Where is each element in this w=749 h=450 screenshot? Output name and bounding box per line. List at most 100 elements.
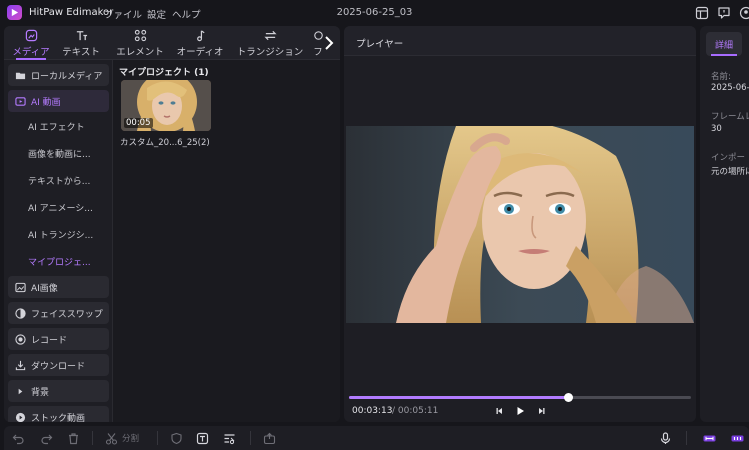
sidebar-sub-text-to-video[interactable]: テキストから...: [28, 170, 108, 190]
ai-video-icon: [13, 94, 27, 108]
text-tool-button[interactable]: [196, 431, 210, 445]
player-header: プレイヤー: [344, 26, 696, 56]
transition-icon: [263, 30, 277, 40]
media-sidebar: ローカルメディア AI 動画 AI エフェクト 画像を動画に... テキストから…: [4, 62, 110, 422]
player-title: プレイヤー: [356, 39, 404, 50]
previous-frame-button[interactable]: [494, 405, 506, 417]
text-box-icon: [196, 432, 209, 444]
magnet-icon: [731, 435, 744, 441]
detail-framerate-label: フレームレ: [711, 112, 749, 122]
toolbar-divider: [250, 431, 251, 445]
microphone-icon: [660, 431, 671, 444]
total-time: / 00:05:11: [392, 406, 439, 416]
delete-button[interactable]: [67, 431, 81, 445]
previous-frame-icon: [496, 408, 502, 414]
account-icon[interactable]: [739, 6, 749, 20]
playback-progress-bar[interactable]: [349, 393, 691, 402]
play-circle-icon: [13, 410, 27, 422]
detail-framerate-value: 30: [711, 124, 722, 134]
feedback-icon[interactable]: [717, 6, 731, 20]
timeline-toolbar: 分割: [4, 426, 749, 450]
sidebar-item-label: ローカルメディア: [31, 71, 103, 82]
tab-audio[interactable]: オーディオ: [172, 26, 228, 60]
sidebar-item-face-swap[interactable]: フェイススワップ: [8, 302, 109, 324]
details-panel: 詳細 名前: 2025-06- フレームレ 30 インポー 元の場所に: [700, 26, 749, 422]
sidebar-sub-image-to-video[interactable]: 画像を動画に...: [28, 143, 108, 163]
sidebar-item-download[interactable]: ダウンロード: [8, 354, 109, 376]
media-library: マイプロジェクト (1) 00:05 カスタム_20...6_25(2): [112, 60, 340, 422]
sidebar-item-background[interactable]: 背景: [8, 380, 109, 402]
tab-text[interactable]: テキスト: [60, 26, 102, 60]
sidebar-sub-ai-effect[interactable]: AI エフェクト: [28, 116, 108, 136]
scissors-icon: [105, 432, 118, 445]
tabs-next-button[interactable]: [322, 34, 336, 52]
voiceover-button[interactable]: [659, 431, 673, 445]
sidebar-item-label: 背景: [31, 387, 50, 398]
video-preview[interactable]: [346, 126, 694, 323]
media-file-name: カスタム_20...6_25(2): [120, 138, 210, 148]
redo-button[interactable]: [40, 431, 54, 445]
sidebar-item-label: AI 動画: [31, 97, 61, 108]
sidebar-sub-my-projects[interactable]: マイプロジェ...: [28, 251, 108, 271]
sidebar-item-ai-image[interactable]: AI画像: [8, 276, 109, 298]
trash-icon: [69, 432, 78, 444]
record-icon: [13, 332, 27, 346]
media-duration: 00:05: [124, 118, 153, 128]
sidebar-item-label: フェイススワップ: [31, 309, 103, 320]
download-icon: [13, 358, 27, 372]
tab-media[interactable]: メディア: [10, 26, 52, 60]
undo-button[interactable]: [12, 431, 26, 445]
sidebar-item-stock-video[interactable]: ストック動画: [8, 406, 109, 422]
sidebar-item-label: ダウンロード: [31, 361, 86, 372]
toolbar-divider: [686, 431, 687, 445]
export-clip-button[interactable]: [263, 431, 277, 445]
toolbar-divider: [92, 431, 93, 445]
split-label: 分割: [122, 434, 140, 444]
split-button[interactable]: [105, 431, 119, 445]
sidebar-sub-ai-transition[interactable]: AI トランジシ...: [28, 224, 108, 244]
sidebar-item-ai-video[interactable]: AI 動画: [8, 90, 109, 112]
sidebar-item-label: レコード: [31, 335, 68, 346]
undo-icon: [12, 434, 24, 444]
tab-transition-label: トランジション: [236, 46, 304, 58]
next-frame-icon: [539, 408, 545, 414]
redo-icon: [41, 434, 53, 444]
tab-element-label: エレメント: [116, 46, 164, 58]
link-icon: [703, 435, 716, 441]
shield-button[interactable]: [170, 431, 184, 445]
tab-element[interactable]: エレメント: [112, 26, 168, 60]
sidebar-item-local-media[interactable]: ローカルメディア: [8, 64, 109, 86]
folder-icon: [13, 68, 27, 82]
ai-image-icon: [13, 280, 27, 294]
media-section-heading: マイプロジェクト (1): [119, 68, 209, 78]
sidebar-item-record[interactable]: レコード: [8, 328, 109, 350]
sidebar-item-label: ストック動画: [31, 413, 86, 423]
playback-progress-fill: [349, 396, 568, 399]
media-panel: メディア テキスト エレメント オーディオ トランジション フ ローカルメディア…: [4, 26, 340, 422]
tab-media-label: メディア: [12, 46, 50, 58]
face-swap-icon: [13, 306, 27, 320]
layout-icon[interactable]: [695, 6, 709, 20]
tab-transition[interactable]: トランジション: [234, 26, 306, 60]
toolbar-divider: [157, 431, 158, 445]
play-button[interactable]: [514, 405, 526, 417]
detail-import-value: 元の場所に: [711, 167, 749, 177]
element-icon: [134, 29, 146, 41]
audio-icon: [196, 29, 205, 41]
tab-bar: メディア テキスト エレメント オーディオ トランジション フ: [4, 26, 340, 60]
media-thumbnail[interactable]: 00:05: [121, 80, 211, 131]
title-bar: HitPaw Edimakor ファイル 設定 ヘルプ 2025-06-25_0…: [0, 0, 749, 26]
document-title: 2025-06-25_03: [336, 7, 413, 18]
tab-details[interactable]: 詳細: [706, 32, 742, 56]
playback-progress-handle[interactable]: [563, 393, 573, 402]
auto-cut-button[interactable]: [223, 431, 237, 445]
link-toggle-button[interactable]: [703, 431, 717, 445]
next-frame-button[interactable]: [535, 405, 547, 417]
shield-icon: [171, 432, 182, 444]
tab-text-label: テキスト: [62, 46, 100, 58]
media-icon: [25, 29, 37, 41]
detail-name-label: 名前:: [711, 72, 731, 82]
sidebar-sub-ai-animation[interactable]: AI アニメーシ...: [28, 197, 108, 217]
magnet-toggle-button[interactable]: [731, 431, 745, 445]
player-panel: プレイヤー 00:03:13 / 00:05:11: [344, 26, 696, 422]
